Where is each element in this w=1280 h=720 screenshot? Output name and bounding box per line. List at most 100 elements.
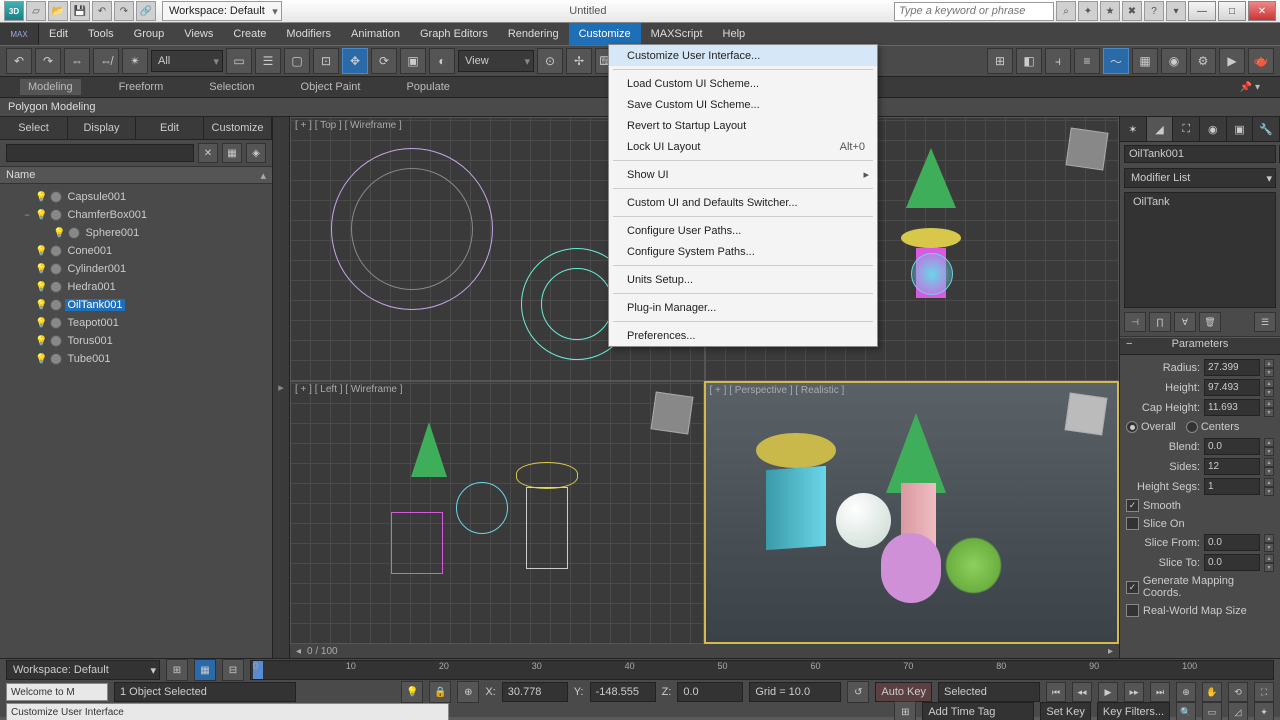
app-menu-button[interactable]: MAX xyxy=(0,23,39,45)
viewport-persp-label[interactable]: [ + ] [ Perspective ] [ Realistic ] xyxy=(710,385,845,396)
menu-help[interactable]: Help xyxy=(713,23,756,45)
tree-item[interactable]: 💡Tube001 xyxy=(0,350,272,368)
tag-icon[interactable]: ⊞ xyxy=(894,701,916,720)
play-icon[interactable]: ▶ xyxy=(1098,682,1118,702)
tree-item[interactable]: 💡Cylinder001 xyxy=(0,260,272,278)
mirror-button[interactable]: ◧ xyxy=(1016,48,1042,74)
viewport-left-label[interactable]: [ + ] [ Left ] [ Wireframe ] xyxy=(295,384,403,395)
menu-item-preferences[interactable]: Preferences... xyxy=(609,325,877,346)
menu-create[interactable]: Create xyxy=(223,23,276,45)
maxscript-prompt[interactable]: Welcome to M xyxy=(6,683,108,701)
autokey-button[interactable]: Auto Key xyxy=(875,682,932,702)
nav-orbit-icon[interactable]: ⟲ xyxy=(1228,682,1248,702)
menu-item-customize-user-interface[interactable]: Customize User Interface... xyxy=(609,45,877,66)
nav-zoom-icon[interactable]: ⊕ xyxy=(1176,682,1196,702)
undo-icon[interactable]: ↶ xyxy=(92,1,112,21)
ribbon-tab-freeform[interactable]: Freeform xyxy=(111,79,172,95)
menu-item-save-custom-ui-scheme[interactable]: Save Custom UI Scheme... xyxy=(609,94,877,115)
scene-tab-edit[interactable]: Edit xyxy=(136,117,204,139)
isolate-icon[interactable]: ↺ xyxy=(847,681,869,703)
scene-name-header[interactable]: Name xyxy=(0,167,272,184)
slicefrom-spinner[interactable]: 0.0 xyxy=(1204,534,1260,551)
new-icon[interactable]: ▱ xyxy=(26,1,46,21)
ribbon-tab-selection[interactable]: Selection xyxy=(201,79,262,95)
parameters-rollout[interactable]: Parameters xyxy=(1120,337,1280,355)
keyfilters-button[interactable]: Key Filters... xyxy=(1097,702,1170,720)
nav-zoom2-icon[interactable]: 🔍 xyxy=(1176,702,1196,720)
overall-radio[interactable]: Overall xyxy=(1126,421,1176,433)
placement-button[interactable]: ◐ xyxy=(429,48,455,74)
tree-item[interactable]: −💡ChamferBox001 xyxy=(0,206,272,224)
genmap-checkbox[interactable]: ✓Generate Mapping Coords. xyxy=(1126,574,1274,600)
workspace-selector[interactable]: Workspace: Default xyxy=(162,1,282,21)
timetag-field[interactable]: Add Time Tag xyxy=(922,702,1034,720)
redo-icon[interactable]: ↷ xyxy=(114,1,134,21)
undo-button[interactable]: ↶ xyxy=(6,48,32,74)
menu-item-revert-to-startup-layout[interactable]: Revert to Startup Layout xyxy=(609,115,877,136)
viewport-top-label[interactable]: [ + ] [ Top ] [ Wireframe ] xyxy=(295,120,402,131)
unlink-button[interactable]: ⇎ xyxy=(93,48,119,74)
nav-pan-icon[interactable]: ✋ xyxy=(1202,682,1222,702)
menu-modifiers[interactable]: Modifiers xyxy=(276,23,341,45)
filter-view-icon[interactable]: ◈ xyxy=(246,143,266,163)
blend-spinner[interactable]: 0.0 xyxy=(1204,438,1260,455)
key-selection-dropdown[interactable]: Selected xyxy=(938,682,1040,702)
smooth-checkbox[interactable]: ✓Smooth xyxy=(1126,498,1274,513)
menu-item-plug-in-manager[interactable]: Plug-in Manager... xyxy=(609,297,877,318)
menu-item-configure-user-paths[interactable]: Configure User Paths... xyxy=(609,220,877,241)
bind-button[interactable]: ✴ xyxy=(122,48,148,74)
radius-spinner[interactable]: 27.399 xyxy=(1204,359,1260,376)
timeconfig-icon[interactable]: ⊟ xyxy=(222,659,244,681)
key-mode-icon[interactable]: ▦ xyxy=(194,659,216,681)
tree-item[interactable]: 💡Cone001 xyxy=(0,242,272,260)
menu-item-custom-ui-and-defaults-switcher[interactable]: Custom UI and Defaults Switcher... xyxy=(609,192,877,213)
goto-start-icon[interactable]: ⏮ xyxy=(1046,682,1066,702)
hierarchy-tab-icon[interactable]: ⛶ xyxy=(1173,117,1200,141)
ref-coord-system[interactable]: View xyxy=(458,50,534,72)
nav-walk-icon[interactable]: ✦ xyxy=(1254,702,1274,720)
ribbon-tab-object-paint[interactable]: Object Paint xyxy=(293,79,369,95)
menu-tools[interactable]: Tools xyxy=(78,23,124,45)
menu-item-units-setup[interactable]: Units Setup... xyxy=(609,269,877,290)
link-icon[interactable]: 🔗 xyxy=(136,1,156,21)
goto-end-icon[interactable]: ⏭ xyxy=(1150,682,1170,702)
open-icon[interactable]: 📂 xyxy=(48,1,68,21)
create-tab-icon[interactable]: ✶ xyxy=(1120,117,1147,141)
pin-stack-icon[interactable]: ⊣ xyxy=(1124,312,1146,332)
select-rect-button[interactable]: ▢ xyxy=(284,48,310,74)
tree-item[interactable]: 💡Teapot001 xyxy=(0,314,272,332)
selection-lock-icon[interactable]: 🔒 xyxy=(429,681,451,703)
maximize-button[interactable]: □ xyxy=(1218,1,1246,21)
app-logo-icon[interactable]: 3D xyxy=(4,1,24,21)
scene-filter-input[interactable] xyxy=(6,144,194,162)
modify-tab-icon[interactable]: ◢ xyxy=(1147,117,1174,141)
menu-rendering[interactable]: Rendering xyxy=(498,23,569,45)
hseg-spinner[interactable]: 1 xyxy=(1204,478,1260,495)
viewcube-icon[interactable] xyxy=(650,391,693,434)
menu-item-lock-ui-layout[interactable]: Lock UI LayoutAlt+0 xyxy=(609,136,877,157)
ribbon-tab-populate[interactable]: Populate xyxy=(398,79,457,95)
align-button[interactable]: ⫞ xyxy=(1045,48,1071,74)
filter-clear-icon[interactable]: ✕ xyxy=(198,143,218,163)
remove-mod-icon[interactable]: 🗑 xyxy=(1199,312,1221,332)
motion-tab-icon[interactable]: ◉ xyxy=(1200,117,1227,141)
menu-views[interactable]: Views xyxy=(174,23,223,45)
render-button[interactable]: 🫖 xyxy=(1248,48,1274,74)
show-end-icon[interactable]: ∏ xyxy=(1149,312,1171,332)
tree-item[interactable]: 💡Sphere001 xyxy=(0,224,272,242)
exchange-icon[interactable]: ✖ xyxy=(1122,1,1142,21)
curve-ed-button[interactable]: 〜 xyxy=(1103,48,1129,74)
ribbon-pin-icon[interactable]: 📌 ▾ xyxy=(1240,82,1260,93)
filter-sel-icon[interactable]: ▦ xyxy=(222,143,242,163)
layers-button[interactable]: ≡ xyxy=(1074,48,1100,74)
viewcube-icon[interactable] xyxy=(1066,128,1109,171)
viewcube-icon[interactable] xyxy=(1065,392,1108,435)
tree-item[interactable]: 💡Torus001 xyxy=(0,332,272,350)
menu-item-configure-system-paths[interactable]: Configure System Paths... xyxy=(609,241,877,262)
comm-icon[interactable]: ✦ xyxy=(1078,1,1098,21)
menu-graph-editors[interactable]: Graph Editors xyxy=(410,23,498,45)
realworld-checkbox[interactable]: Real-World Map Size xyxy=(1126,603,1274,618)
scene-tab-display[interactable]: Display xyxy=(68,117,136,139)
menu-item-load-custom-ui-scheme[interactable]: Load Custom UI Scheme... xyxy=(609,73,877,94)
menu-customize[interactable]: Customize xyxy=(569,23,641,45)
